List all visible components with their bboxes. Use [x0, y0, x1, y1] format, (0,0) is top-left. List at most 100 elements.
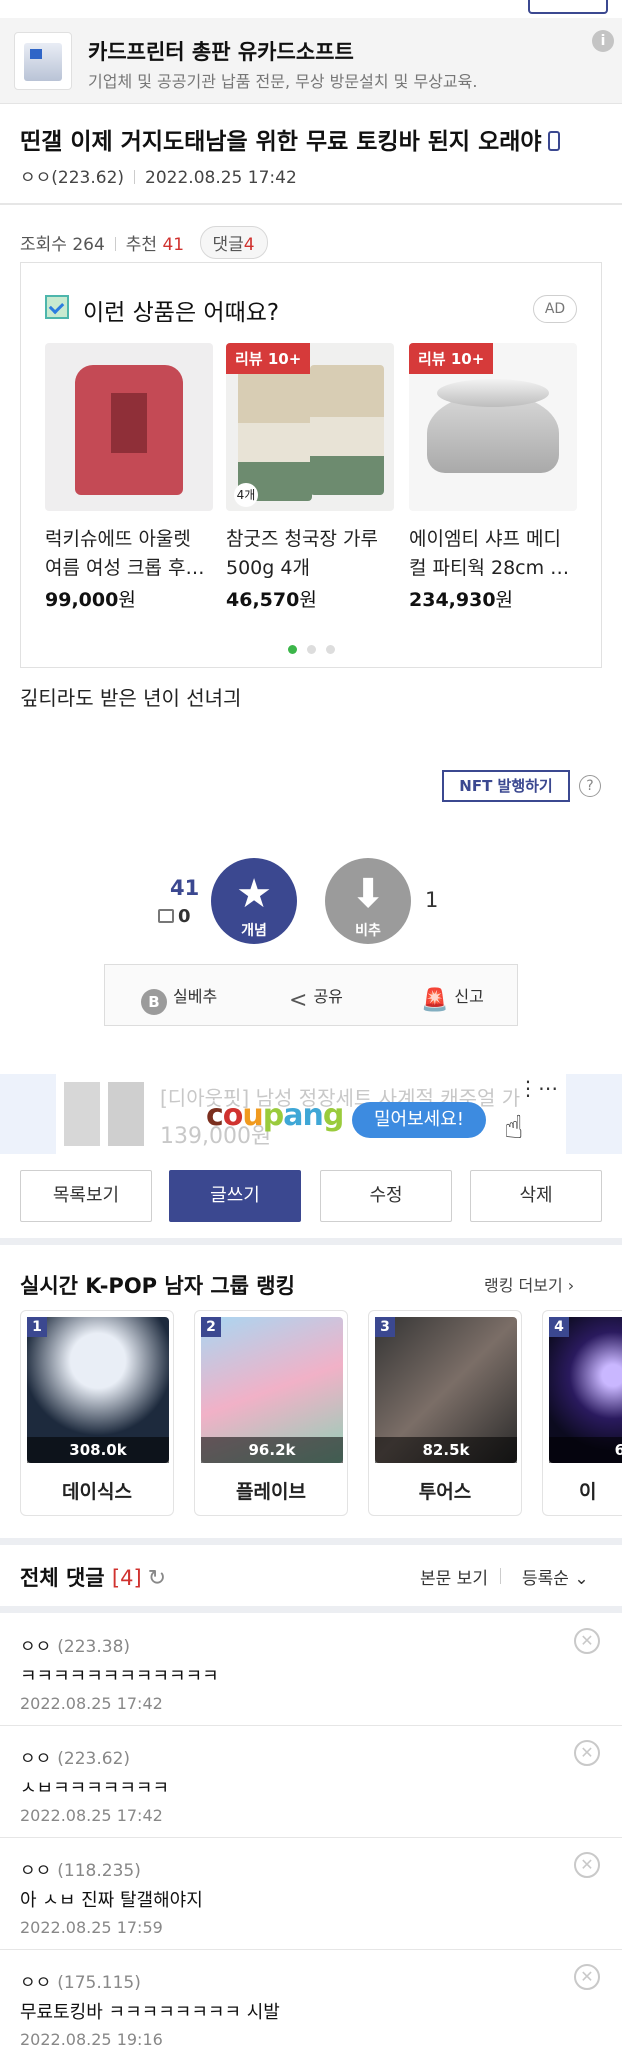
- product-card[interactable]: 리뷰 10+ 에이엠티 샤프 메디컬 파티웍 28cm … 234,930원: [409, 343, 577, 612]
- ad-label[interactable]: AD: [533, 295, 577, 323]
- post-action-bar: B 실베추 < 공유 🚨 신고: [104, 964, 518, 1026]
- siren-icon: 🚨: [421, 988, 449, 1013]
- edit-button[interactable]: 수정: [320, 1170, 452, 1222]
- check-box-icon: [45, 295, 69, 319]
- product-card[interactable]: 럭키슈에뜨 아울렛 여름 여성 크롭 후… 99,000원: [45, 343, 213, 612]
- product-image-shirt: [45, 343, 213, 511]
- card-printer-thumbnail: [14, 32, 72, 90]
- product-price: 234,930원: [409, 589, 514, 611]
- share-button[interactable]: < 공유: [289, 983, 343, 1013]
- comment-date: 2022.08.25 17:42: [20, 1806, 163, 1825]
- view-body-link[interactable]: 본문 보기: [420, 1564, 488, 1589]
- section-gap: [0, 1238, 622, 1245]
- product-image-pot: 리뷰 10+: [409, 343, 577, 511]
- comment-text: 무료토킹바 ㅋㅋㅋㅋㅋㅋㅋㅋ 시발: [20, 2002, 280, 2023]
- recommend-count: 41: [162, 235, 185, 255]
- comment-text: 아 ㅅㅂ 진짜 탈갤해야지: [20, 1890, 203, 1911]
- ranking-card[interactable]: 4 6 이: [542, 1310, 622, 1516]
- product-price: 99,000원: [45, 589, 136, 611]
- delete-comment-icon[interactable]: ✕: [574, 1628, 600, 1654]
- top-cut-header: [0, 0, 622, 16]
- refresh-icon[interactable]: ↻: [148, 1566, 166, 1591]
- comment-author: ㅇㅇ (118.235): [20, 1861, 141, 1881]
- ad-description: 기업체 및 공공기관 납품 전문, 무상 방문설치 및 무상교육.: [88, 72, 478, 91]
- comment-text: ㅋㅋㅋㅋㅋㅋㅋㅋㅋㅋㅋㅋ: [20, 1666, 219, 1687]
- post-author[interactable]: ㅇㅇ(223.62): [20, 168, 124, 188]
- downvote-button[interactable]: ⬇ 비추: [325, 858, 411, 944]
- fixed-icon: [158, 909, 174, 923]
- product-recommendation-box: 이런 상품은 어때요? AD 럭키슈에뜨 아울렛 여름 여성 크롭 후… 99,…: [20, 262, 602, 668]
- comment-text: ㅅㅂㅋㅋㅋㅋㅋㅋㅋ: [20, 1778, 170, 1799]
- post-nav-buttons: 목록보기 글쓰기 수정 삭제: [0, 1170, 622, 1226]
- top-cut-button[interactable]: [528, 0, 608, 14]
- chevron-right-icon: ›: [567, 1276, 575, 1295]
- ranking-card[interactable]: 1 308.0k 데이식스: [20, 1310, 174, 1516]
- comment-item: ㅇㅇ (223.38) ㅋㅋㅋㅋㅋㅋㅋㅋㅋㅋㅋㅋ 2022.08.25 17:42…: [0, 1614, 622, 1726]
- post-meta: ㅇㅇ(223.62) 2022.08.25 17:42: [20, 163, 297, 188]
- ranking-more-link[interactable]: 랭킹 더보기 ›: [484, 1272, 574, 1296]
- comment-item: ㅇㅇ (223.62) ㅅㅂㅋㅋㅋㅋㅋㅋㅋ 2022.08.25 17:42 ✕: [0, 1726, 622, 1838]
- info-icon[interactable]: i: [592, 30, 614, 52]
- section-gap: [0, 1606, 622, 1613]
- comment-date: 2022.08.25 17:42: [20, 1694, 163, 1713]
- upvote-button[interactable]: ★ 개념: [211, 858, 297, 944]
- list-button[interactable]: 목록보기: [20, 1170, 152, 1222]
- upvote-count: 41: [170, 876, 200, 900]
- mobile-icon: [547, 131, 560, 151]
- product-name: 럭키슈에뜨 아울렛 여름 여성 크롭 후…: [45, 528, 205, 579]
- top-ad-banner[interactable]: 카드프린터 총판 유카드소프트 기업체 및 공공기관 납품 전문, 무상 방문설…: [0, 18, 622, 104]
- arrow-down-icon: ⬇: [351, 871, 385, 917]
- delete-comment-icon[interactable]: ✕: [574, 1964, 600, 1990]
- review-badge: 리뷰 10+: [409, 343, 494, 374]
- section-gap: [0, 1538, 622, 1545]
- coupang-logo: coupang: [206, 1098, 344, 1133]
- ranking-card[interactable]: 2 96.2k 플레이브: [194, 1310, 348, 1516]
- product-card[interactable]: 리뷰 10+ 4개 참굿즈 청국장 가루 500g 4개 46,570원: [226, 343, 394, 612]
- delete-comment-icon[interactable]: ✕: [574, 1740, 600, 1766]
- sort-dropdown[interactable]: 등록순 ⌄: [522, 1564, 589, 1589]
- report-button[interactable]: 🚨 신고: [421, 983, 484, 1013]
- star-icon: ★: [236, 871, 272, 917]
- comment-total: [4]: [111, 1566, 142, 1590]
- post-body: 깊티라도 받은 년이 선녀긔: [20, 686, 242, 710]
- coupang-ad-banner[interactable]: [디아웃핏] 남성 정장세트 사계절 캐주얼 가 139,000원 coupan…: [0, 1074, 622, 1154]
- post-datetime: 2022.08.25 17:42: [145, 168, 297, 188]
- hand-pointer-icon: ☝: [504, 1108, 524, 1146]
- b-icon: B: [141, 989, 167, 1015]
- post-stats: 조회수 264 추천 41 댓글4: [20, 226, 268, 259]
- view-count: 264: [72, 235, 105, 255]
- comment-date: 2022.08.25 19:16: [20, 2030, 163, 2048]
- ranking-card[interactable]: 3 82.5k 투어스: [368, 1310, 522, 1516]
- silbe-button[interactable]: B 실베추: [141, 983, 217, 1015]
- quantity-label: 4개: [234, 483, 258, 507]
- product-name: 에이엠티 샤프 메디컬 파티웍 28cm …: [409, 528, 570, 579]
- share-icon: <: [289, 988, 308, 1013]
- comment-item: ㅇㅇ (118.235) 아 ㅅㅂ 진짜 탈갤해야지 2022.08.25 17:…: [0, 1838, 622, 1950]
- ranking-title: 실시간 K-POP 남자 그룹 랭킹: [20, 1274, 295, 1298]
- group-name: 이: [579, 1481, 597, 1503]
- comment-author: ㅇㅇ (223.62): [20, 1749, 131, 1769]
- comments-header: 전체 댓글 [4] ↻: [20, 1566, 167, 1591]
- product-box-heading: 이런 상품은 어때요?: [83, 300, 280, 326]
- divider: [500, 1568, 501, 1584]
- fixed-upvote-count: 0: [158, 906, 191, 927]
- comment-item: ㅇㅇ (175.115) 무료토킹바 ㅋㅋㅋㅋㅋㅋㅋㅋ 시발 2022.08.25…: [0, 1950, 622, 2048]
- review-badge: 리뷰 10+: [226, 343, 311, 374]
- carousel-dots[interactable]: [21, 639, 601, 658]
- help-icon[interactable]: ?: [579, 775, 601, 797]
- comment-count-pill[interactable]: 댓글4: [199, 226, 268, 259]
- group-name: 데이식스: [62, 1481, 132, 1503]
- comment-author: ㅇㅇ (223.38): [20, 1637, 131, 1657]
- group-name: 플레이브: [236, 1481, 306, 1503]
- nft-publish-button[interactable]: NFT 발행하기: [442, 770, 570, 802]
- group-name: 투어스: [418, 1481, 472, 1503]
- ad-advertiser-name: 카드프린터 총판 유카드소프트: [88, 40, 354, 64]
- comment-date: 2022.08.25 17:59: [20, 1918, 163, 1937]
- swipe-cta[interactable]: 밀어보세요!: [352, 1102, 486, 1138]
- suit-thumbnail: [64, 1082, 144, 1146]
- delete-comment-icon[interactable]: ✕: [574, 1852, 600, 1878]
- chevron-down-icon: ⌄: [574, 1569, 589, 1589]
- more-icon[interactable]: ⋮⋯: [518, 1076, 558, 1100]
- write-button[interactable]: 글쓰기: [169, 1170, 301, 1222]
- delete-button[interactable]: 삭제: [470, 1170, 602, 1222]
